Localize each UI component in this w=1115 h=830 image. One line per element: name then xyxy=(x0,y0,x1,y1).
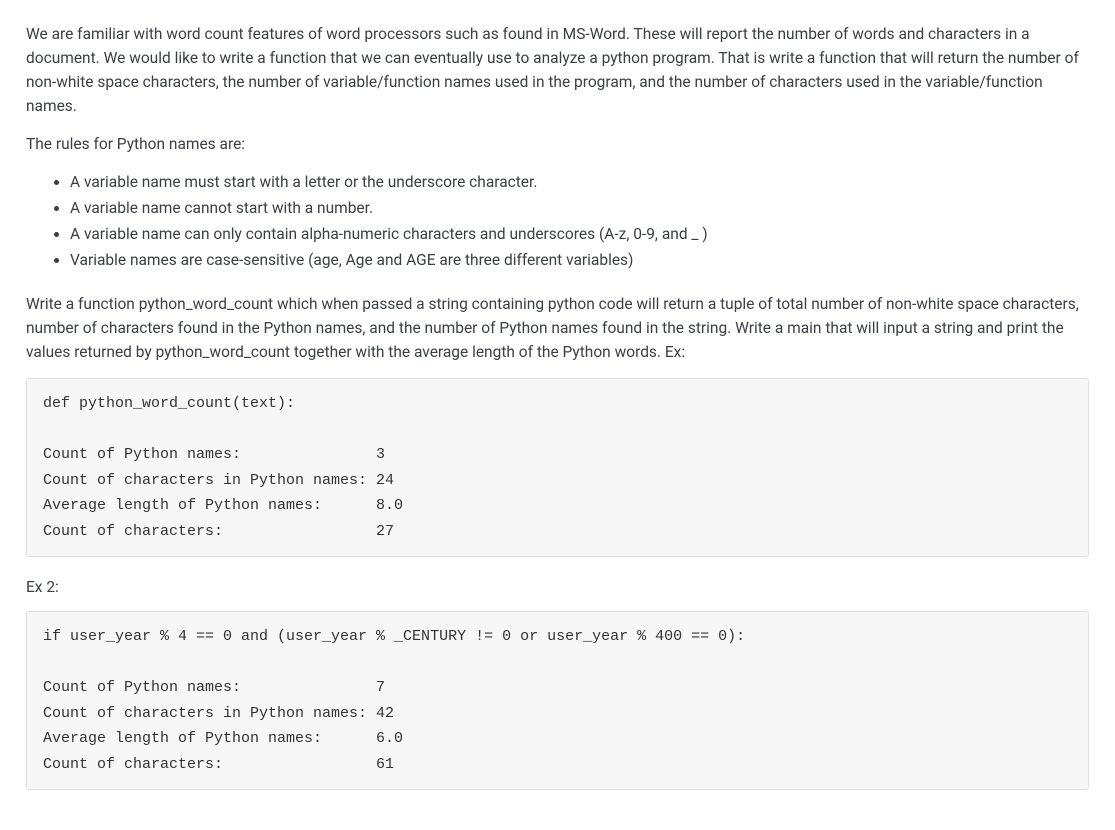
example-2-code: if user_year % 4 == 0 and (user_year % _… xyxy=(26,611,1089,790)
example-2-label: Ex 2: xyxy=(26,575,1089,599)
intro-paragraph: We are familiar with word count features… xyxy=(26,22,1089,118)
task-paragraph: Write a function python_word_count which… xyxy=(26,292,1089,364)
rule-item: A variable name must start with a letter… xyxy=(70,170,1089,194)
rule-item: Variable names are case-sensitive (age, … xyxy=(70,248,1089,272)
example-1-code: def python_word_count(text): Count of Py… xyxy=(26,378,1089,557)
rule-item: A variable name can only contain alpha-n… xyxy=(70,222,1089,246)
rule-item: A variable name cannot start with a numb… xyxy=(70,196,1089,220)
rules-list: A variable name must start with a letter… xyxy=(26,170,1089,272)
rules-heading: The rules for Python names are: xyxy=(26,132,1089,156)
